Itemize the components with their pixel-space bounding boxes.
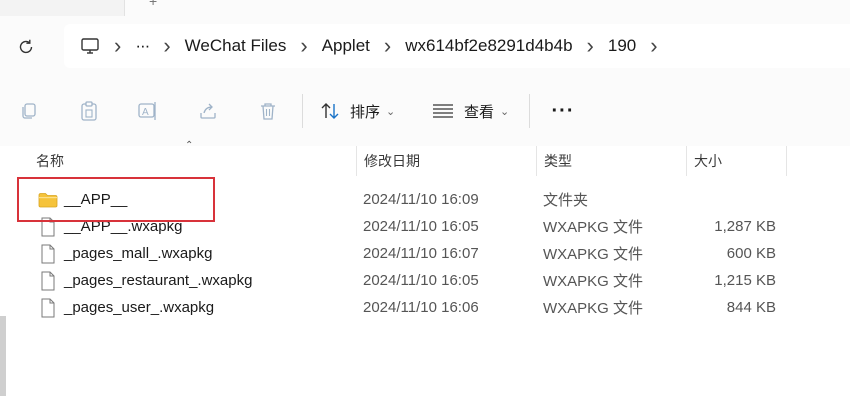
breadcrumb-overflow[interactable]: ···: [135, 24, 150, 68]
sort-icon: [321, 103, 339, 119]
file-type: 文件夹: [543, 192, 589, 209]
breadcrumb-label: WeChat Files: [184, 36, 287, 55]
file-modified: 2024/11/10 16:09: [363, 191, 479, 208]
highlight-box: [17, 177, 215, 222]
column-header-type[interactable]: 类型: [536, 146, 686, 176]
view-label: 查看: [464, 103, 495, 121]
breadcrumb-label: wx614bf2e8291d4b4b: [405, 36, 573, 55]
file-modified: 2024/11/10 16:05: [363, 218, 479, 235]
file-row[interactable]: _pages_user_.wxapkg 2024/11/10 16:06 WXAPK…: [0, 294, 850, 321]
file-size: 1,215 KB: [714, 272, 776, 289]
paste-icon[interactable]: [74, 96, 104, 126]
file-name: _pages_mall_.wxapkg: [64, 245, 213, 262]
column-header-type-label: 类型: [544, 153, 572, 169]
scrollbar[interactable]: [0, 316, 6, 396]
file-icon: [38, 271, 58, 291]
view-icon: [433, 104, 453, 118]
file-name-cell[interactable]: _pages_restaurant_.wxapkg: [38, 267, 252, 294]
chevron-right-icon[interactable]: ›: [163, 33, 170, 59]
column-header-modified[interactable]: 修改日期: [356, 146, 536, 176]
file-size: 1,287 KB: [714, 218, 776, 235]
column-header-modified-label: 修改日期: [364, 153, 420, 169]
delete-icon[interactable]: [253, 96, 283, 126]
breadcrumb-item[interactable]: wx614bf2e8291d4b4b: [405, 24, 572, 68]
chevron-down-icon: ⌄: [386, 105, 396, 118]
file-name-cell[interactable]: _pages_user_.wxapkg: [38, 294, 214, 321]
command-bar: A 排序 ⌄ 查看 ⌄ ···: [0, 76, 850, 146]
tab-fragment[interactable]: +: [124, 0, 850, 16]
file-type: WXAPKG 文件: [543, 300, 644, 317]
file-row[interactable]: _pages_restaurant_.wxapkg 2024/11/10 16:0…: [0, 267, 850, 294]
chevron-right-icon[interactable]: ›: [384, 33, 391, 59]
view-button[interactable]: 查看 ⌄: [432, 96, 509, 126]
chevron-right-icon[interactable]: ›: [650, 33, 657, 59]
file-icon: [38, 298, 58, 318]
chevron-right-icon[interactable]: ›: [587, 33, 594, 59]
breadcrumb-item[interactable]: Applet: [322, 24, 370, 68]
new-tab-icon[interactable]: +: [149, 0, 157, 9]
column-divider[interactable]: [786, 146, 787, 176]
sort-label: 排序: [350, 103, 381, 121]
file-row[interactable]: _pages_mall_.wxapkg 2024/11/10 16:07 WXAPK…: [0, 240, 850, 267]
file-size: 600 KB: [726, 245, 776, 262]
copy-icon[interactable]: [14, 96, 44, 126]
file-modified: 2024/11/10 16:07: [363, 245, 479, 262]
file-type: WXAPKG 文件: [543, 273, 644, 290]
column-header-size[interactable]: 大小: [686, 146, 786, 176]
share-icon[interactable]: [193, 96, 223, 126]
file-modified: 2024/11/10 16:05: [363, 272, 479, 289]
breadcrumb-item[interactable]: 190: [608, 24, 636, 68]
file-size: 844 KB: [726, 299, 776, 316]
column-header-size-label: 大小: [694, 153, 722, 169]
column-header-name[interactable]: 名称: [28, 146, 356, 176]
file-modified: 2024/11/10 16:06: [363, 299, 479, 316]
breadcrumb-item[interactable]: WeChat Files: [185, 24, 287, 68]
toolbar-divider: [302, 94, 303, 128]
file-name: _pages_user_.wxapkg: [64, 299, 215, 316]
toolbar-divider: [529, 94, 530, 128]
more-options-button[interactable]: ···: [548, 96, 578, 126]
column-headers: ⌃ 名称 修改日期 类型 大小: [0, 140, 850, 176]
address-bar-area: › ··· › WeChat Files › Applet › wx614bf2e8291d4…: [0, 16, 850, 76]
chevron-right-icon[interactable]: ›: [114, 33, 121, 59]
tab-strip: +: [0, 0, 850, 16]
rename-icon[interactable]: A: [133, 96, 163, 126]
sort-button[interactable]: 排序 ⌄: [320, 96, 395, 126]
file-type: WXAPKG 文件: [543, 219, 644, 236]
refresh-icon[interactable]: [14, 35, 38, 59]
svg-text:A: A: [142, 107, 149, 118]
breadcrumb[interactable]: › ··· › WeChat Files › Applet › wx614bf2e8291d4…: [64, 24, 850, 68]
computer-icon[interactable]: [80, 24, 100, 68]
chevron-right-icon[interactable]: ›: [300, 33, 307, 59]
file-name-cell[interactable]: _pages_mall_.wxapkg: [38, 240, 212, 267]
file-size: [686, 186, 776, 213]
file-name: _pages_restaurant_.wxapkg: [64, 272, 253, 289]
breadcrumb-label: ···: [135, 36, 150, 55]
chevron-down-icon: ⌄: [500, 105, 510, 118]
file-icon: [38, 244, 58, 264]
breadcrumb-label: 190: [607, 36, 637, 55]
column-header-name-label: 名称: [36, 153, 64, 169]
breadcrumb-label: Applet: [321, 36, 370, 55]
file-type: WXAPKG 文件: [543, 246, 644, 263]
